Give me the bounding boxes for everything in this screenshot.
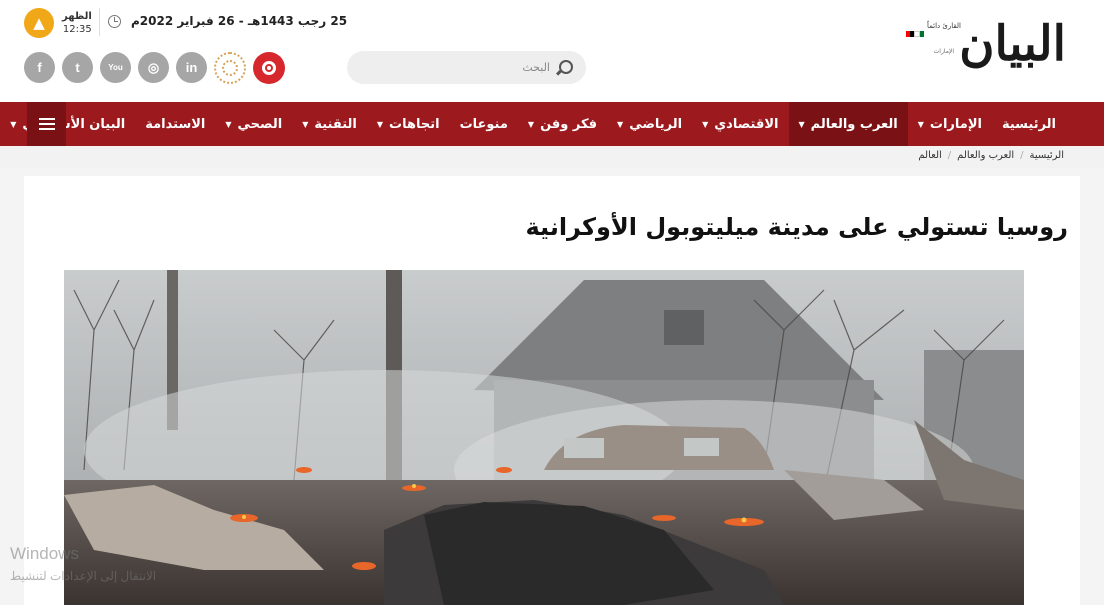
nav-item-label: الصحي — [237, 116, 283, 132]
mosque-icon: ▲ — [24, 8, 54, 38]
facebook-icon[interactable]: f — [24, 52, 55, 83]
date-display: 25 رجب 1443هـ - 26 فبراير 2022م — [108, 14, 347, 28]
nav-item-10[interactable]: الاستدامة — [135, 102, 215, 146]
windows-activation-watermark: Windows الانتقال إلى الإعدادات لتنشيط — [10, 543, 156, 587]
nav-item-label: الإمارات — [929, 116, 982, 132]
header-divider — [99, 8, 100, 36]
nav-item-6[interactable]: منوعات — [450, 102, 518, 146]
nav-item-2[interactable]: العرب والعالم ▼ — [788, 102, 908, 146]
watermark-line2: الانتقال إلى الإعدادات لتنشيط — [10, 569, 157, 583]
nav-menu: الرئيسية الإمارات ▼ العرب والعالم ▼ الاقتصادي… — [0, 102, 1066, 146]
nav-item-0[interactable]: الرئيسية — [992, 102, 1066, 146]
twitter-icon[interactable]: t — [62, 52, 93, 83]
social-links: f t You ◎ in — [24, 52, 285, 84]
emblem-badge-icon[interactable] — [214, 52, 246, 84]
instagram-icon[interactable]: ◎ — [138, 52, 169, 83]
podcast-icon[interactable] — [253, 52, 285, 84]
nav-item-label: فكر وفن — [540, 116, 598, 132]
logo-tagline: القارئ دائماً — [926, 22, 961, 30]
article-photo[interactable] — [64, 270, 1024, 605]
nav-item-7[interactable]: اتجاهات ▼ — [367, 102, 450, 146]
nav-item-label: الرئيسية — [1001, 116, 1056, 132]
chevron-down-icon: ▼ — [10, 119, 17, 129]
chevron-down-icon: ▼ — [798, 119, 805, 129]
nav-item-label: الرياضي — [629, 116, 683, 132]
chevron-down-icon: ▼ — [617, 119, 624, 129]
site-header: القارئ دائماً الإمارات البيان ▲ الظهر 12… — [0, 0, 1104, 102]
hamburger-icon — [38, 118, 55, 130]
prayer-time-widget[interactable]: ▲ الظهر 12:35 — [24, 8, 92, 38]
prayer-time: 12:35 — [62, 24, 92, 35]
chevron-down-icon: ▼ — [702, 119, 709, 129]
nav-item-label: التقنية — [314, 116, 357, 132]
search-input[interactable] — [380, 61, 550, 74]
nav-item-4[interactable]: الرياضي ▼ — [607, 102, 692, 146]
nav-item-3[interactable]: الاقتصادي ▼ — [692, 102, 788, 146]
nav-item-1[interactable]: الإمارات ▼ — [908, 102, 992, 146]
breadcrumb: الرئيسية / العرب والعالم / العالم — [918, 150, 1064, 161]
watermark-line1: Windows — [10, 544, 79, 563]
nav-item-label: اتجاهات — [389, 116, 440, 132]
search-icon[interactable] — [558, 59, 576, 77]
chevron-down-icon: ▼ — [376, 119, 384, 129]
breadcrumb-separator: / — [1020, 150, 1024, 161]
nav-item-label: العرب والعالم — [810, 116, 898, 132]
menu-button[interactable] — [27, 102, 66, 146]
logo-wordmark: البيان — [959, 16, 1067, 72]
logo-subline: الإمارات — [933, 48, 954, 55]
article-title: روسيا تستولي على مدينة ميليتوبول الأوكرا… — [525, 213, 1068, 241]
nav-item-5[interactable]: فكر وفن ▼ — [518, 102, 607, 146]
nav-item-label: منوعات — [459, 116, 508, 132]
chevron-down-icon: ▼ — [225, 119, 232, 129]
breadcrumb-world[interactable]: العالم — [918, 150, 941, 161]
nav-item-9[interactable]: الصحي ▼ — [215, 102, 292, 146]
breadcrumb-home[interactable]: الرئيسية — [1030, 150, 1064, 161]
site-logo[interactable]: القارئ دائماً الإمارات البيان — [881, 8, 1067, 86]
youtube-icon[interactable]: You — [100, 52, 131, 83]
date-text: 25 رجب 1443هـ - 26 فبراير 2022م — [131, 14, 348, 28]
chevron-down-icon: ▼ — [527, 119, 535, 129]
breadcrumb-bar: الرئيسية / العرب والعالم / العالم — [0, 146, 1104, 168]
main-nav: الرئيسية الإمارات ▼ العرب والعالم ▼ الاقتصادي… — [0, 102, 1104, 146]
nav-item-8[interactable]: التقنية ▼ — [292, 102, 367, 146]
chevron-down-icon: ▼ — [917, 119, 924, 129]
prayer-name: الظهر — [62, 11, 92, 22]
chevron-down-icon: ▼ — [302, 119, 309, 129]
burned-village-image — [64, 270, 1024, 605]
clock-icon — [108, 14, 121, 28]
uae-flag-icon — [906, 31, 924, 37]
breadcrumb-separator: / — [947, 150, 952, 161]
nav-item-label: الاقتصادي — [714, 116, 779, 132]
breadcrumb-arab-world[interactable]: العرب والعالم — [957, 150, 1014, 161]
linkedin-icon[interactable]: in — [176, 52, 207, 83]
search-bar — [347, 51, 586, 84]
nav-item-11[interactable]: البيان الأسبوعي ▼ — [0, 102, 135, 146]
nav-item-label: الاستدامة — [145, 116, 206, 132]
